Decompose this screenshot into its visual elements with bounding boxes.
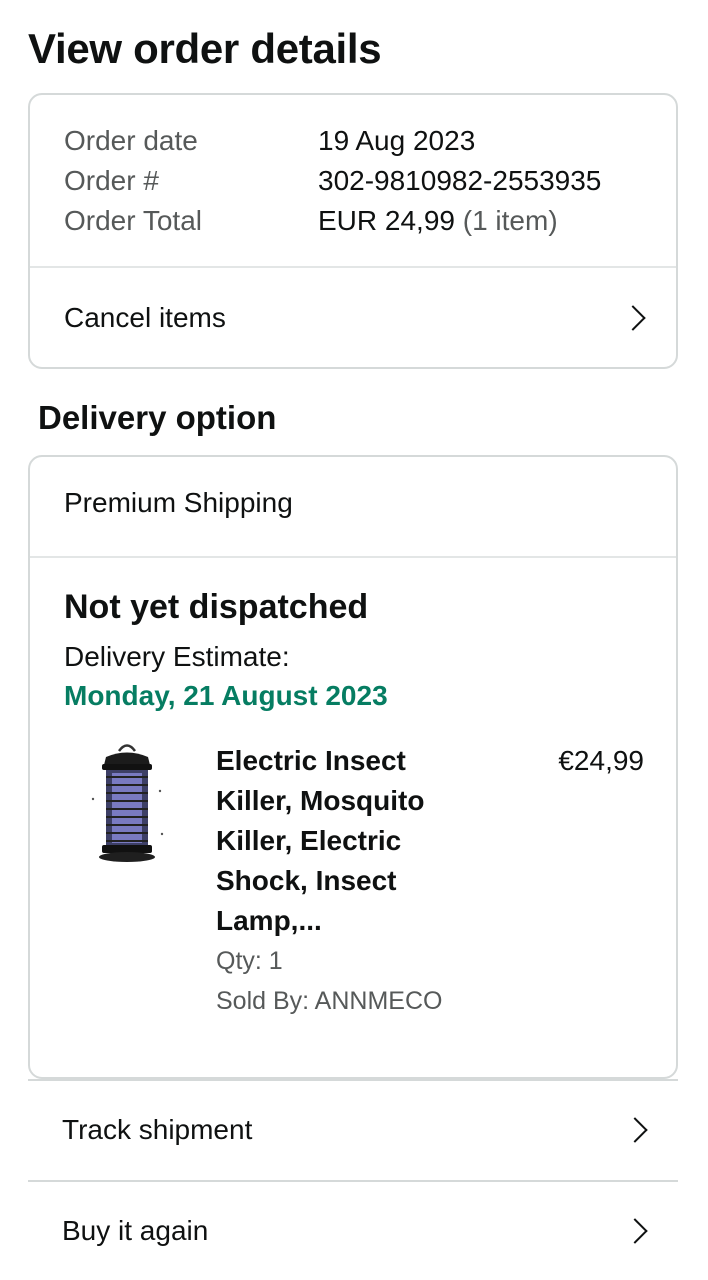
chevron-right-icon <box>622 1218 648 1244</box>
shipping-method: Premium Shipping <box>64 487 293 518</box>
order-total-item-count: (1 item) <box>462 205 558 236</box>
order-summary-details: Order date 19 Aug 2023 Order # 302-98109… <box>64 121 601 241</box>
track-shipment-label: Track shipment <box>62 1114 253 1145</box>
order-date-row: Order date 19 Aug 2023 <box>64 121 601 161</box>
insect-killer-lamp-image[interactable] <box>88 739 166 867</box>
product-quantity: Qty: 1 <box>216 947 283 975</box>
order-total-value: EUR 24,99 (1 item) <box>318 201 558 241</box>
delivery-estimate-date: Monday, 21 August 2023 <box>64 680 388 711</box>
delivery-option-heading: Delivery option <box>38 399 277 436</box>
delivery-card: Premium Shipping Not yet dispatched Deli… <box>28 455 678 1079</box>
order-total-amount: EUR 24,99 <box>318 205 455 236</box>
delivery-divider <box>30 556 676 558</box>
order-total-label: Order Total <box>64 205 202 236</box>
order-number-value: 302-9810982-2553935 <box>318 165 602 196</box>
buy-it-again-label: Buy it again <box>62 1215 209 1246</box>
product-seller: Sold By: ANNMECO <box>216 987 443 1015</box>
order-number-label: Order # <box>64 165 159 196</box>
order-total-row: Order Total EUR 24,99 (1 item) <box>64 201 601 241</box>
product-title-link[interactable]: Electric Insect Killer, Mosquito Killer,… <box>216 741 476 941</box>
order-number-row: Order # 302-9810982-2553935 <box>64 161 601 201</box>
buy-it-again-button[interactable]: Buy it again <box>28 1180 678 1280</box>
chevron-right-icon <box>622 1117 648 1143</box>
product-price: €24,99 <box>558 745 644 776</box>
order-date-value: 19 Aug 2023 <box>318 125 476 156</box>
order-summary-card: Order date 19 Aug 2023 Order # 302-98109… <box>28 93 678 369</box>
page-title: View order details <box>28 25 382 72</box>
shipment-status: Not yet dispatched <box>64 588 369 626</box>
chevron-right-icon <box>620 304 646 331</box>
delivery-estimate-label: Delivery Estimate: <box>64 641 290 672</box>
track-shipment-button[interactable]: Track shipment <box>28 1079 678 1179</box>
order-date-label: Order date <box>64 125 198 156</box>
cancel-items-label: Cancel items <box>64 301 226 333</box>
cancel-items-button[interactable]: Cancel items <box>30 268 676 367</box>
